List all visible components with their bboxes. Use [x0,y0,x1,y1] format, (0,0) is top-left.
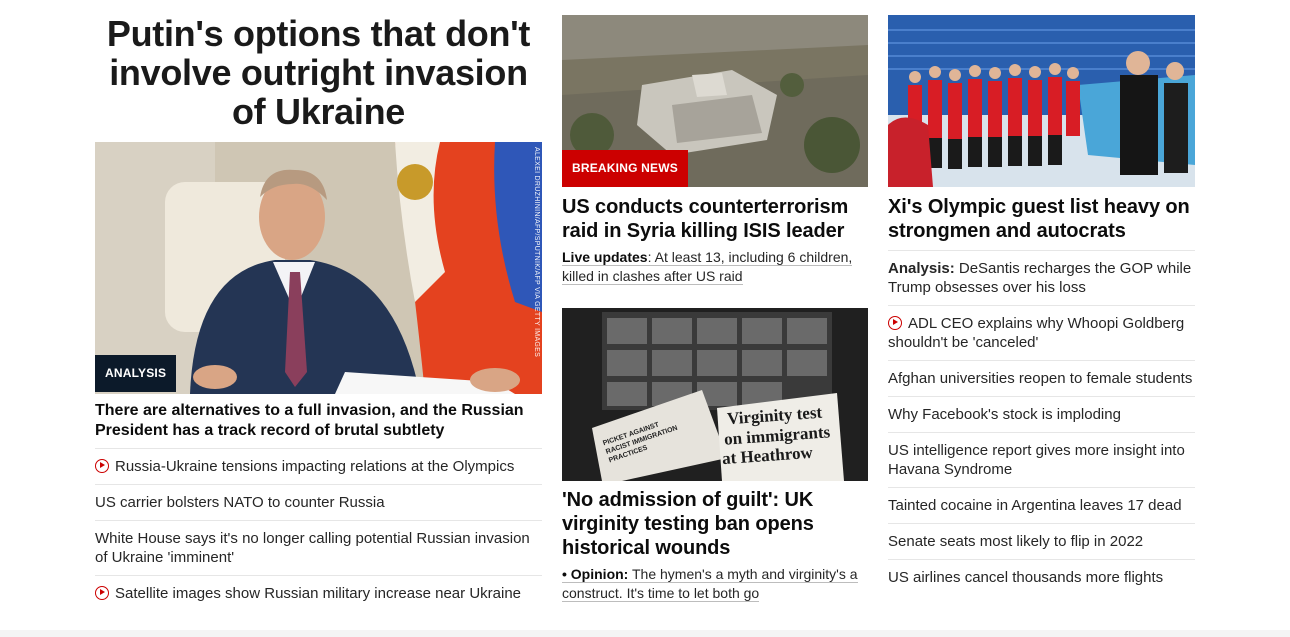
lead-related-list: Russia-Ukraine tensions impacting relati… [95,448,542,611]
image-credit: ALEXEI DRUZHININ/AFP/SPUTNIK/AFP VIA GET… [533,147,540,358]
list-item[interactable]: Afghan universities reopen to female stu… [888,360,1195,396]
list-item[interactable]: ADL CEO explains why Whoopi Goldberg sho… [888,305,1195,360]
syria-raid-headline[interactable]: US conducts counterterrorism raid in Syr… [562,195,868,243]
list-item[interactable]: US intelligence report gives more insigh… [888,432,1195,487]
virginity-testing-headline[interactable]: 'No admission of guilt': UK virginity te… [562,488,868,560]
list-item[interactable]: Senate seats most likely to flip in 2022 [888,523,1195,559]
list-item[interactable]: White House says it's no longer calling … [95,520,542,575]
right-related-list: Analysis: DeSantis recharges the GOP whi… [888,250,1195,595]
xi-olympics-image[interactable] [888,15,1195,187]
play-video-icon [95,586,109,600]
play-video-icon [888,316,902,330]
list-item[interactable]: US airlines cancel thousands more flight… [888,559,1195,595]
xi-olympics-photo [888,15,1195,187]
virginity-testing-image[interactable]: PICKET AGAINST RACIST IMMIGRATION PRACTI… [562,308,868,481]
page-bottom-rule [0,630,1290,637]
play-video-icon [95,459,109,473]
lead-sub-headline[interactable]: There are alternatives to a full invasio… [95,401,542,441]
syria-live-updates[interactable]: Live updates: At least 13, including 6 c… [562,248,868,286]
right-column: Xi's Olympic guest list heavy on strongm… [888,0,1195,630]
list-item[interactable]: Satellite images show Russian military i… [95,575,542,611]
syria-raid-image[interactable]: BREAKING NEWS [562,15,868,187]
lead-story-image[interactable]: ALEXEI DRUZHININ/AFP/SPUTNIK/AFP VIA GET… [95,142,542,394]
lead-headline[interactable]: Putin's options that don't involve outri… [95,14,542,131]
xi-olympics-headline[interactable]: Xi's Olympic guest list heavy on strongm… [888,195,1195,243]
list-item[interactable]: Analysis: DeSantis recharges the GOP whi… [888,250,1195,305]
lead-story-column: Putin's options that don't involve outri… [95,0,542,630]
list-item[interactable]: US carrier bolsters NATO to counter Russ… [95,484,542,520]
list-item[interactable]: Tainted cocaine in Argentina leaves 17 d… [888,487,1195,523]
breaking-news-label: BREAKING NEWS [562,150,688,187]
opinion-link[interactable]: • Opinion: The hymen's a myth and virgin… [562,565,868,603]
list-item[interactable]: Russia-Ukraine tensions impacting relati… [95,448,542,484]
list-item[interactable]: Why Facebook's stock is imploding [888,396,1195,432]
analysis-label: ANALYSIS [95,355,177,392]
middle-column: BREAKING NEWS US conducts counterterrori… [562,0,868,630]
